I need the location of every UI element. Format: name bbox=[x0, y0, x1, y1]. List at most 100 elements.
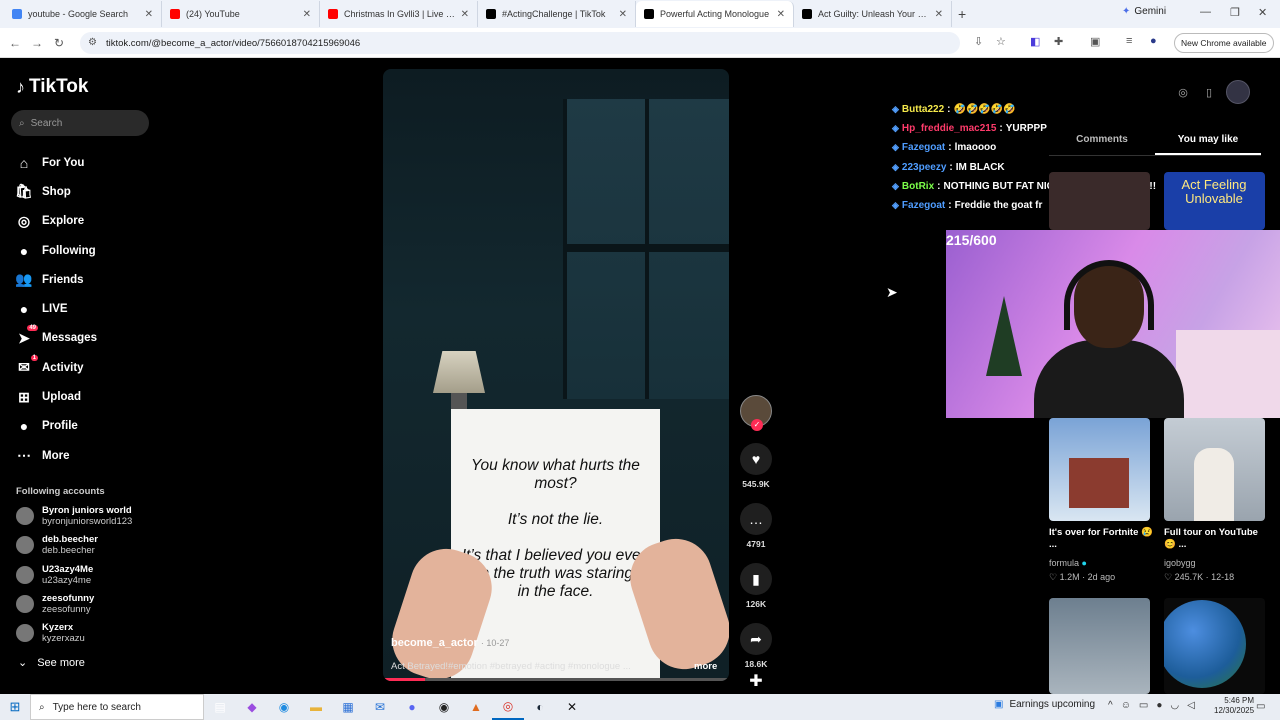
browser-tab[interactable]: (24) YouTube ✕ bbox=[162, 1, 320, 27]
browser-tab[interactable]: youtube - Google Search ✕ bbox=[4, 1, 162, 27]
notification-icon[interactable]: ▭ bbox=[1256, 701, 1265, 712]
tab-you-may-like[interactable]: You may like bbox=[1155, 134, 1261, 155]
discord-icon[interactable]: ● bbox=[396, 694, 428, 720]
new-tab-icon[interactable]: + bbox=[958, 6, 974, 22]
steam-icon[interactable]: ◐ bbox=[524, 694, 556, 720]
nav-item-more[interactable]: ⋯ More bbox=[16, 441, 166, 470]
recommended-video-thumbnail[interactable] bbox=[1049, 418, 1150, 521]
video-author[interactable]: become_a_actor · 10-27 bbox=[391, 637, 509, 649]
browser-tab[interactable]: #ActingChallenge | TikTok ✕ bbox=[478, 1, 636, 27]
nav-item-for-you[interactable]: ⌂ For You bbox=[16, 148, 166, 177]
recommended-video-thumbnail[interactable] bbox=[1049, 598, 1150, 694]
nav-item-activity[interactable]: ✉ 1 Activity bbox=[16, 353, 166, 382]
browser-tab[interactable]: Powerful Acting Monologue ✕ bbox=[636, 1, 794, 27]
user-avatar[interactable] bbox=[1226, 80, 1250, 104]
new-chrome-available-button[interactable]: New Chrome available bbox=[1174, 33, 1274, 53]
close-tab-icon[interactable]: ✕ bbox=[461, 9, 469, 20]
network-icon[interactable]: ◡ bbox=[1170, 700, 1179, 711]
extension-icon[interactable]: ◧ bbox=[1030, 35, 1040, 48]
file-explorer-icon[interactable]: ▬ bbox=[300, 694, 332, 720]
recommended-video-author[interactable]: igobygg bbox=[1164, 558, 1196, 568]
nav-item-friends[interactable]: 👥 Friends bbox=[15, 265, 166, 294]
battery-icon[interactable]: ▭ bbox=[1139, 700, 1148, 711]
nav-item-explore[interactable]: ◎ Explore bbox=[16, 207, 166, 236]
nav-item-following[interactable]: ● Following bbox=[16, 236, 166, 265]
see-more-button[interactable]: ⌄ See more bbox=[18, 656, 85, 670]
following-account[interactable]: deb.beecher deb.beecher bbox=[16, 534, 166, 556]
recommended-video-title[interactable]: Full tour on YouTube 😊 ... bbox=[1164, 527, 1272, 551]
extensions-puzzle-icon[interactable]: ✚ bbox=[1054, 35, 1063, 48]
recommended-video-thumbnail[interactable] bbox=[1164, 598, 1265, 694]
back-icon[interactable]: ← bbox=[4, 36, 26, 50]
taskbar-search-input[interactable]: ⌕ Type here to search bbox=[30, 694, 204, 720]
following-account[interactable]: zeesofunny zeesofunny bbox=[16, 593, 166, 615]
reading-list-icon[interactable]: ≡ bbox=[1126, 35, 1132, 47]
recommended-video-title[interactable]: It's over for Fortnite 😢 ... bbox=[1049, 527, 1157, 551]
recommended-video-thumbnail[interactable] bbox=[1164, 418, 1265, 521]
microphone-icon[interactable]: ● bbox=[1156, 700, 1162, 711]
edge-icon[interactable]: ◉ bbox=[268, 694, 300, 720]
minimize-icon[interactable]: — bbox=[1200, 6, 1211, 18]
side-panel-icon[interactable]: ▣ bbox=[1090, 35, 1100, 48]
following-account[interactable]: Byron juniors world byronjuniorsworld123 bbox=[16, 505, 166, 527]
maximize-icon[interactable]: ❐ bbox=[1230, 6, 1240, 19]
chat-badge-icon: ◈ bbox=[892, 104, 899, 115]
compass-icon[interactable]: ◎ bbox=[1174, 83, 1192, 101]
outlook-icon[interactable]: ✉ bbox=[364, 694, 396, 720]
caption-more-button[interactable]: more bbox=[694, 661, 717, 672]
people-icon[interactable]: ☺ bbox=[1121, 700, 1131, 711]
video-player[interactable]: You know what hurts the most? It’s not t… bbox=[383, 69, 729, 681]
gemini-button[interactable]: ✦ Gemini bbox=[1122, 6, 1166, 17]
obs-icon[interactable]: ◉ bbox=[428, 694, 460, 720]
comment-button[interactable]: … bbox=[740, 503, 772, 535]
following-account[interactable]: U23azy4Me u23azy4me bbox=[16, 564, 166, 586]
windows-start-icon[interactable]: ⊞ bbox=[0, 699, 30, 715]
following-account[interactable]: Kyzerx kyzerxazu bbox=[16, 622, 166, 644]
browser-tab[interactable]: Act Guilty: Unleash Your Emoti ✕ bbox=[794, 1, 952, 27]
save-count: 126K bbox=[745, 599, 767, 609]
profile-avatar-icon[interactable]: ● bbox=[1150, 35, 1157, 47]
nav-item-profile[interactable]: ● Profile bbox=[16, 412, 166, 441]
install-app-icon[interactable]: ⇩ bbox=[974, 35, 983, 48]
tiktok-logo[interactable]: ♪ TikTok bbox=[16, 76, 88, 98]
address-bar[interactable]: ⚙ tiktok.com/@become_a_actor/video/75660… bbox=[80, 32, 960, 54]
news-widget[interactable]: ▣ Earnings upcoming bbox=[994, 699, 1095, 710]
store-icon[interactable]: ▦ bbox=[332, 694, 364, 720]
reload-icon[interactable]: ↻ bbox=[48, 36, 70, 50]
close-tab-icon[interactable]: ✕ bbox=[145, 9, 153, 20]
recommended-video-thumbnail[interactable] bbox=[1049, 172, 1150, 230]
save-button[interactable]: ▮ bbox=[740, 563, 772, 595]
nav-item-shop[interactable]: 🛍 Shop bbox=[15, 177, 166, 206]
tab-comments[interactable]: Comments bbox=[1049, 134, 1155, 155]
search-input[interactable]: ⌕ Search bbox=[11, 110, 149, 136]
close-tab-icon[interactable]: ✕ bbox=[619, 9, 627, 20]
close-tab-icon[interactable]: ✕ bbox=[935, 9, 943, 20]
nav-item-live[interactable]: ● LIVE bbox=[16, 294, 166, 323]
copilot-icon[interactable]: ◆ bbox=[236, 694, 268, 720]
chrome-icon[interactable]: ◎ bbox=[492, 694, 524, 720]
chevron-up-icon[interactable]: ^ bbox=[1108, 700, 1113, 711]
music-disc-icon[interactable]: ✚ bbox=[738, 671, 774, 691]
recommended-video-thumbnail[interactable]: Act Feeling Unlovable bbox=[1164, 172, 1265, 230]
browser-tab[interactable]: Christmas In Gvlli3 | Live Freest✕ bbox=[320, 1, 478, 27]
close-tab-icon[interactable]: ✕ bbox=[303, 9, 311, 20]
forward-icon[interactable]: → bbox=[26, 36, 48, 50]
nav-item-messages[interactable]: ➤ 49 Messages bbox=[16, 324, 166, 353]
site-info-icon[interactable]: ⚙ bbox=[88, 37, 97, 48]
app-icon[interactable]: ▲ bbox=[460, 694, 492, 720]
recommended-video-author[interactable]: formula ● bbox=[1049, 558, 1087, 568]
bookmark-star-icon[interactable]: ☆ bbox=[996, 35, 1006, 48]
volume-icon[interactable]: ◁ bbox=[1187, 700, 1195, 711]
phone-icon[interactable]: ▯ bbox=[1200, 83, 1218, 101]
nav-item-upload[interactable]: ⊞ Upload bbox=[16, 382, 166, 411]
capcut-icon[interactable]: ✕ bbox=[556, 694, 588, 720]
task-view-icon[interactable]: ▤ bbox=[204, 694, 236, 720]
like-button[interactable]: ♥ bbox=[740, 443, 772, 475]
video-progress-bar[interactable] bbox=[383, 678, 729, 681]
taskbar-clock[interactable]: 5:46 PM 12/30/2025 bbox=[1214, 696, 1254, 716]
close-window-icon[interactable]: ✕ bbox=[1258, 6, 1267, 19]
share-button[interactable]: ➦ bbox=[740, 623, 772, 655]
follow-plus-icon[interactable]: ✓ bbox=[751, 419, 763, 431]
close-tab-icon[interactable]: ✕ bbox=[777, 9, 785, 20]
creator-avatar[interactable]: ✓ bbox=[740, 395, 772, 431]
